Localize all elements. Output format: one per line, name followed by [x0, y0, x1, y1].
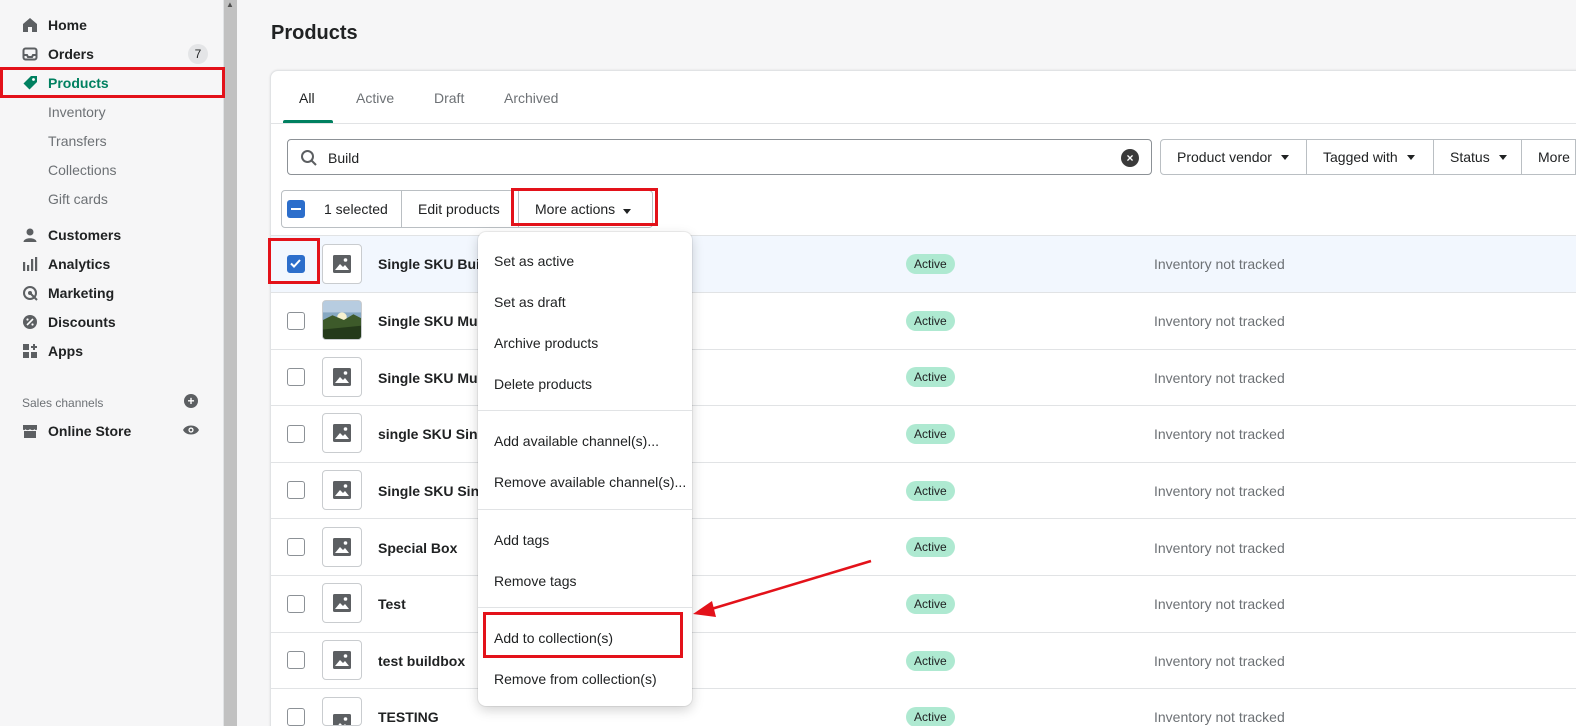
annotation-arrow [693, 559, 872, 617]
